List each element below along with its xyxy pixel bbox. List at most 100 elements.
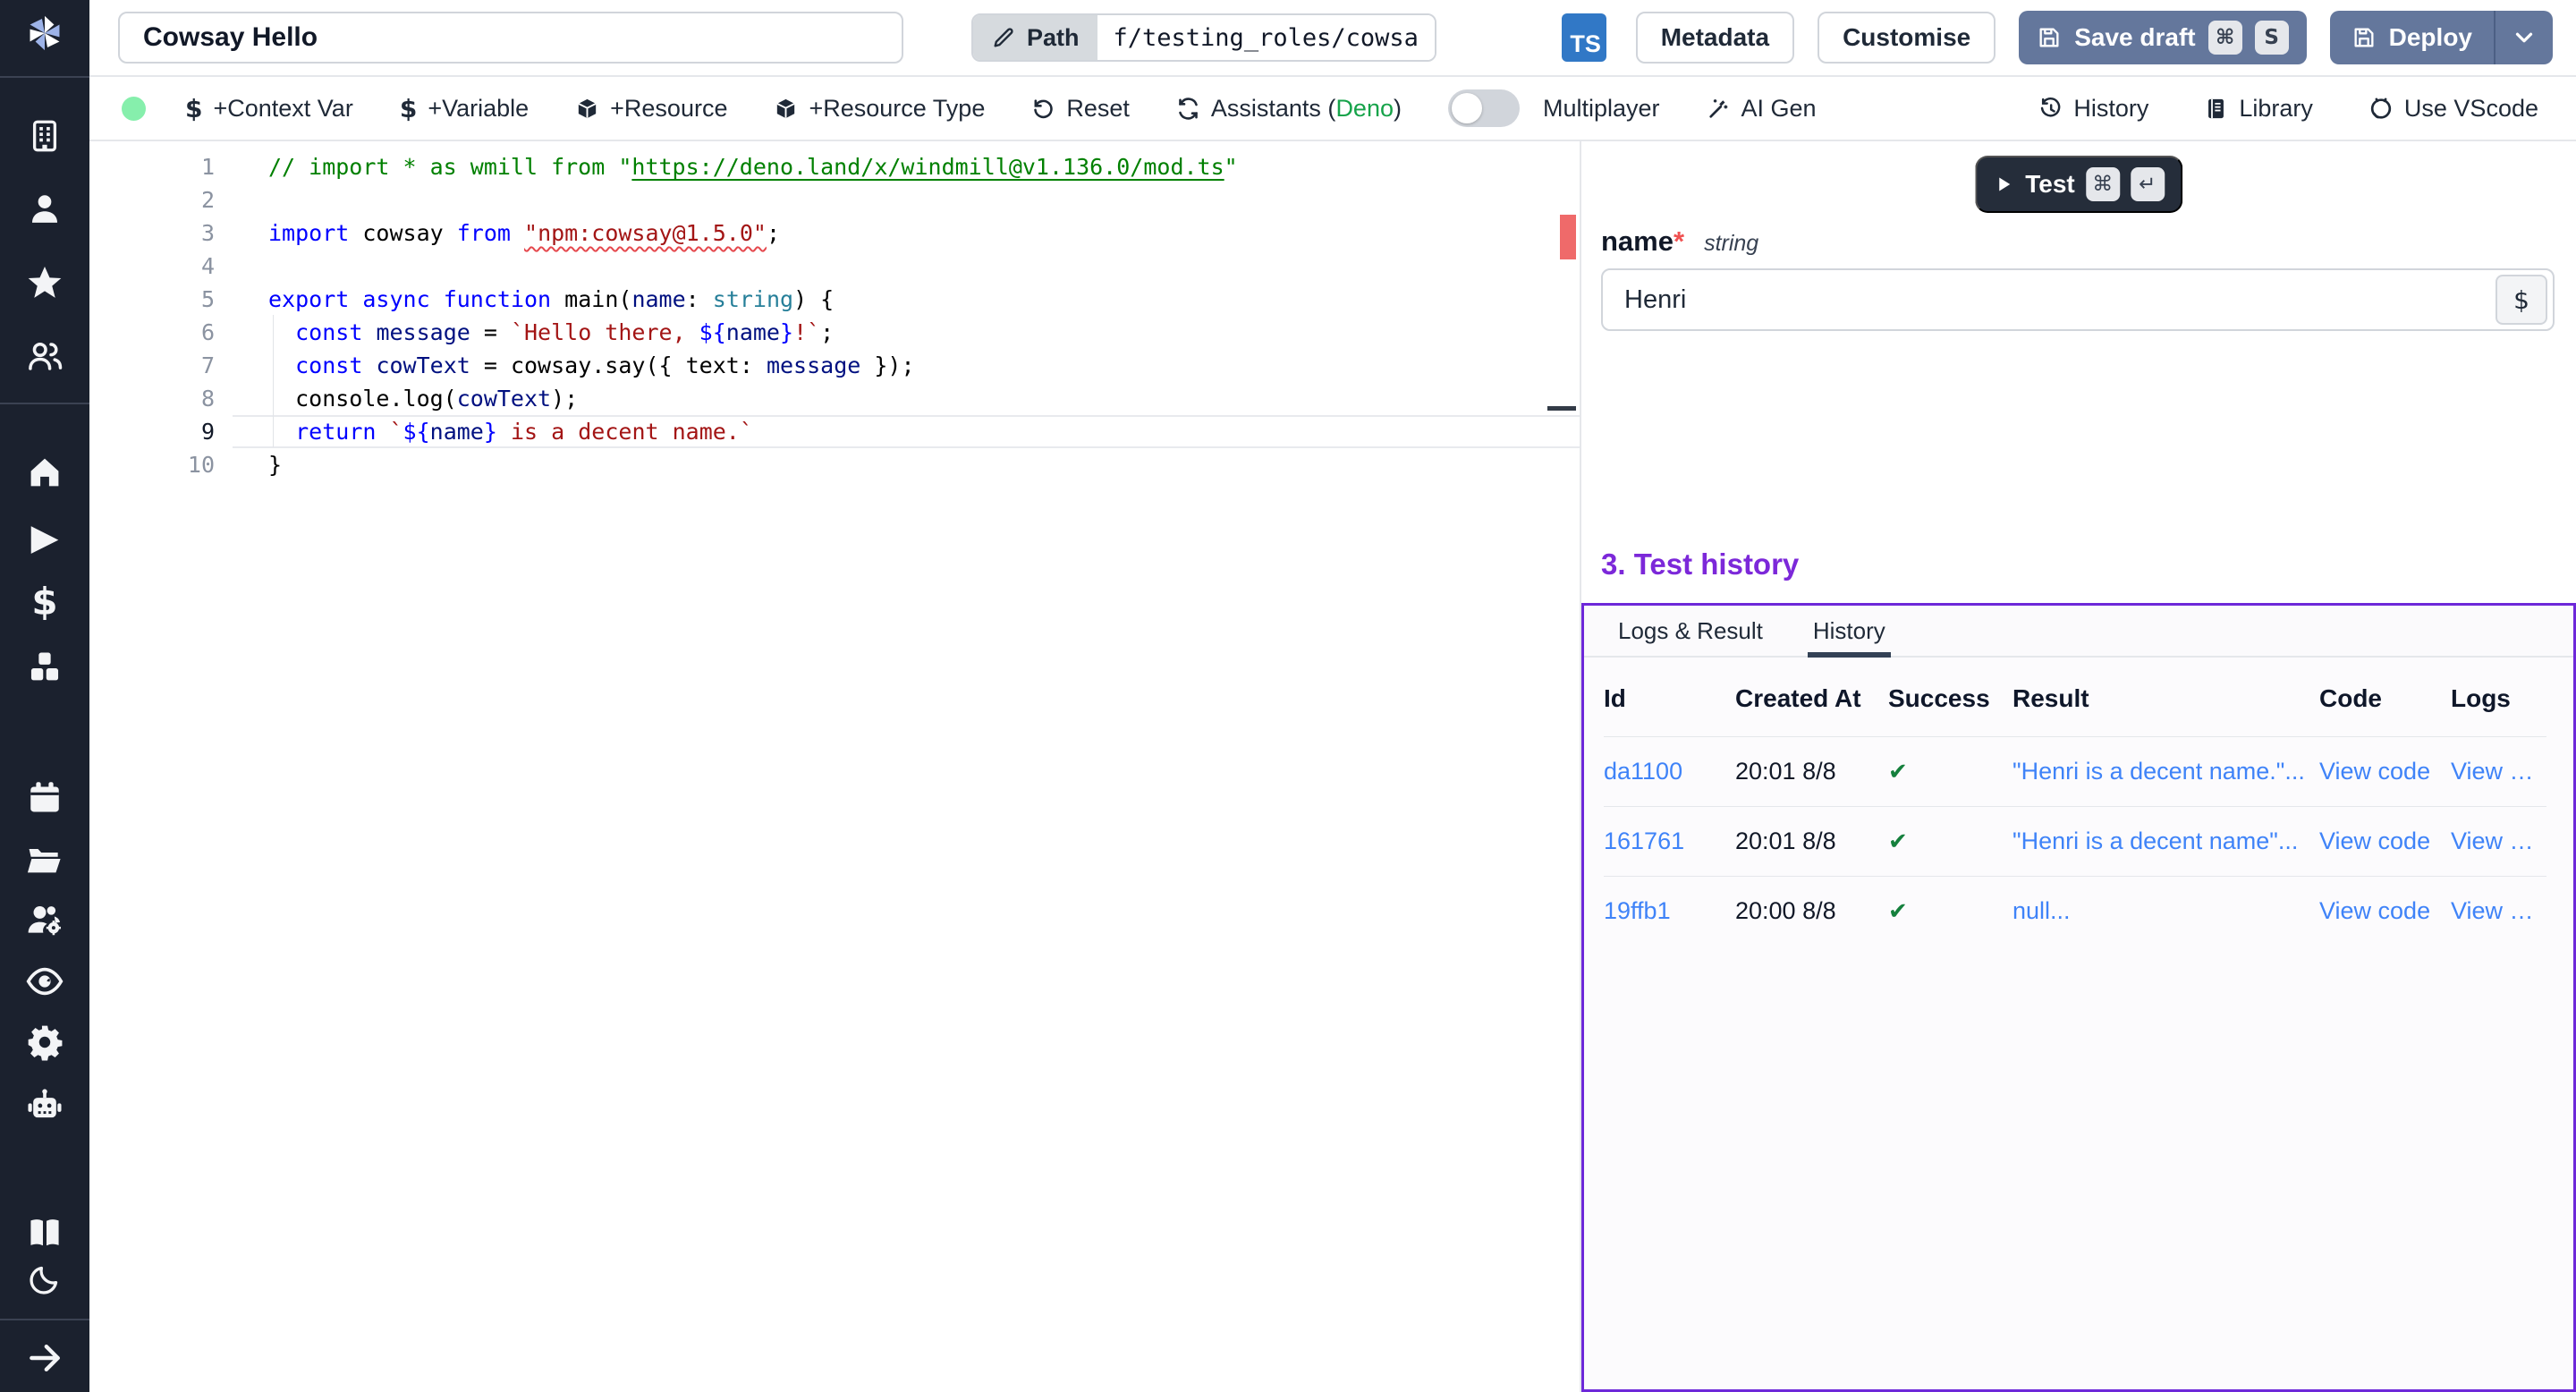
required-asterisk: * <box>1674 225 1684 257</box>
job-id-link[interactable]: 19ffb1 <box>1604 897 1735 925</box>
job-id-link[interactable]: 161761 <box>1604 828 1735 855</box>
script-title-input[interactable] <box>118 12 903 64</box>
audit-eye-icon[interactable] <box>25 962 64 1001</box>
field-name-label: name* <box>1601 225 1684 258</box>
book-icon <box>2204 97 2228 121</box>
view-code-link[interactable]: View code <box>2319 828 2451 855</box>
table-row: 16176120:01 8/8✔"Henri is a decent name"… <box>1604 806 2546 876</box>
customise-button[interactable]: Customise <box>1818 12 1996 64</box>
code-line[interactable]: console.log(cowText); <box>233 382 1580 415</box>
insert-variable-dollar-button[interactable]: $ <box>2496 275 2547 325</box>
column-header: Created At <box>1735 684 1888 713</box>
reset-icon <box>1031 97 1055 121</box>
result-link[interactable]: "Henri is a decent name"... <box>2012 828 2319 855</box>
add-variable-button[interactable]: $+Variable <box>400 94 529 123</box>
topbar: Path f/testing_roles/cowsa TS Metadata C… <box>89 0 2576 77</box>
code-line[interactable]: const cowText = cowsay.say({ text: messa… <box>233 349 1580 382</box>
dark-mode-moon-icon[interactable] <box>27 1261 63 1297</box>
chevron-down-icon <box>2511 24 2538 51</box>
success-check: ✔ <box>1888 759 2012 785</box>
s-key: S <box>2255 21 2289 55</box>
multiplayer-label: Multiplayer <box>1543 95 1660 123</box>
code-line[interactable] <box>233 183 1580 216</box>
play-icon <box>1993 174 2014 195</box>
history-table: IdCreated AtSuccessResultCodeLogs da1100… <box>1584 658 2573 946</box>
history-button[interactable]: History <box>2038 95 2148 123</box>
result-link[interactable]: "Henri is a decent name."... <box>2012 758 2319 785</box>
package-icon <box>774 97 798 121</box>
folder-icon[interactable] <box>25 839 64 878</box>
code-line[interactable]: } <box>233 448 1580 481</box>
assistants-button[interactable]: Assistants (Deno) <box>1176 95 1402 123</box>
tab-history[interactable]: History <box>1788 606 1911 656</box>
deploy-options-chevron[interactable] <box>2496 11 2553 64</box>
vscode-button[interactable]: Use VScode <box>2368 95 2538 123</box>
code-line[interactable]: // import * as wmill from "https://deno.… <box>233 150 1580 183</box>
schedules-calendar-icon[interactable] <box>26 778 64 816</box>
overview-ruler-cursor-marker <box>1547 406 1576 411</box>
view-logs-link[interactable]: View logs <box>2451 828 2546 855</box>
deploy-button[interactable]: Deploy <box>2330 11 2494 64</box>
windmill-logo-icon[interactable] <box>21 10 68 56</box>
add-resource-type-button[interactable]: +Resource Type <box>774 95 985 123</box>
sidebar: ▶ $ <box>0 0 89 1392</box>
line-number: 2 <box>89 183 215 216</box>
sidebar-divider <box>0 76 89 78</box>
multiplayer-toggle[interactable] <box>1448 89 1520 127</box>
edit-path-button[interactable]: Path <box>973 15 1097 60</box>
code-line[interactable]: export async function main(name: string)… <box>233 283 1580 316</box>
code-line[interactable]: import cowsay from "npm:cowsay@1.5.0"; <box>233 216 1580 250</box>
view-logs-link[interactable]: View logs <box>2451 758 2546 785</box>
path-value[interactable]: f/testing_roles/cowsa <box>1097 15 1435 60</box>
library-button[interactable]: Library <box>2204 95 2313 123</box>
code-editor[interactable]: 12345678910 // import * as wmill from "h… <box>89 141 1581 1392</box>
expand-sidebar-arrow-icon[interactable] <box>25 1338 64 1378</box>
line-number: 4 <box>89 250 215 283</box>
created-at-cell: 20:01 8/8 <box>1735 758 1888 785</box>
history-tabbar: Logs & ResultHistory <box>1584 606 2573 658</box>
ai-gen-button[interactable]: AI Gen <box>1707 95 1817 123</box>
star-favorites-icon[interactable] <box>25 263 64 302</box>
variables-dollar-icon[interactable]: $ <box>31 583 57 621</box>
resources-cubes-icon[interactable] <box>26 649 64 686</box>
tab-logs-result[interactable]: Logs & Result <box>1593 606 1788 656</box>
settings-gear-icon[interactable] <box>25 1023 64 1062</box>
docs-book-icon[interactable] <box>25 1213 64 1252</box>
user-icon[interactable] <box>26 191 64 228</box>
add-context-var-button[interactable]: $+Context Var <box>185 94 353 123</box>
code-lines[interactable]: // import * as wmill from "https://deno.… <box>233 141 1580 1392</box>
line-number: 9 <box>89 415 215 448</box>
reset-button[interactable]: Reset <box>1031 95 1130 123</box>
deno-lang-label: Deno <box>1335 95 1394 122</box>
result-link[interactable]: null... <box>2012 897 2319 925</box>
line-number: 10 <box>89 448 215 481</box>
code-line[interactable]: return `${name} is a decent name.` <box>233 415 1580 448</box>
add-resource-button[interactable]: +Resource <box>575 95 727 123</box>
pencil-icon <box>991 25 1016 50</box>
groups-admin-icon[interactable] <box>25 900 64 939</box>
metadata-button[interactable]: Metadata <box>1636 12 1794 64</box>
test-button[interactable]: Test ⌘ ↵ <box>1975 156 2182 213</box>
view-code-link[interactable]: View code <box>2319 758 2451 785</box>
runs-play-icon[interactable]: ▶ <box>31 520 59 556</box>
path-group: Path f/testing_roles/cowsa <box>971 13 1436 62</box>
workers-robot-icon[interactable] <box>25 1087 64 1126</box>
name-field-input[interactable] <box>1601 268 2555 331</box>
save-draft-button[interactable]: Save draft ⌘ S <box>2019 11 2306 64</box>
cmd-key: ⌘ <box>2086 167 2120 201</box>
view-code-link[interactable]: View code <box>2319 897 2451 925</box>
job-id-link[interactable]: da1100 <box>1604 758 1735 785</box>
enter-key: ↵ <box>2131 167 2165 201</box>
workspace-building-icon[interactable] <box>26 117 64 155</box>
users-group-icon[interactable] <box>26 337 64 375</box>
home-icon[interactable] <box>26 454 64 491</box>
view-logs-link[interactable]: View logs <box>2451 897 2546 925</box>
line-number: 7 <box>89 349 215 382</box>
cmd-key: ⌘ <box>2208 21 2242 55</box>
code-line[interactable] <box>233 250 1580 283</box>
code-line[interactable]: const message = `Hello there, ${name}!`; <box>233 316 1580 349</box>
column-header: Logs <box>2451 684 2546 713</box>
editor-toolbar: $+Context Var $+Variable +Resource +Reso… <box>89 77 2576 141</box>
field-type-label: string <box>1704 231 1758 257</box>
dollar-icon: $ <box>185 94 202 123</box>
